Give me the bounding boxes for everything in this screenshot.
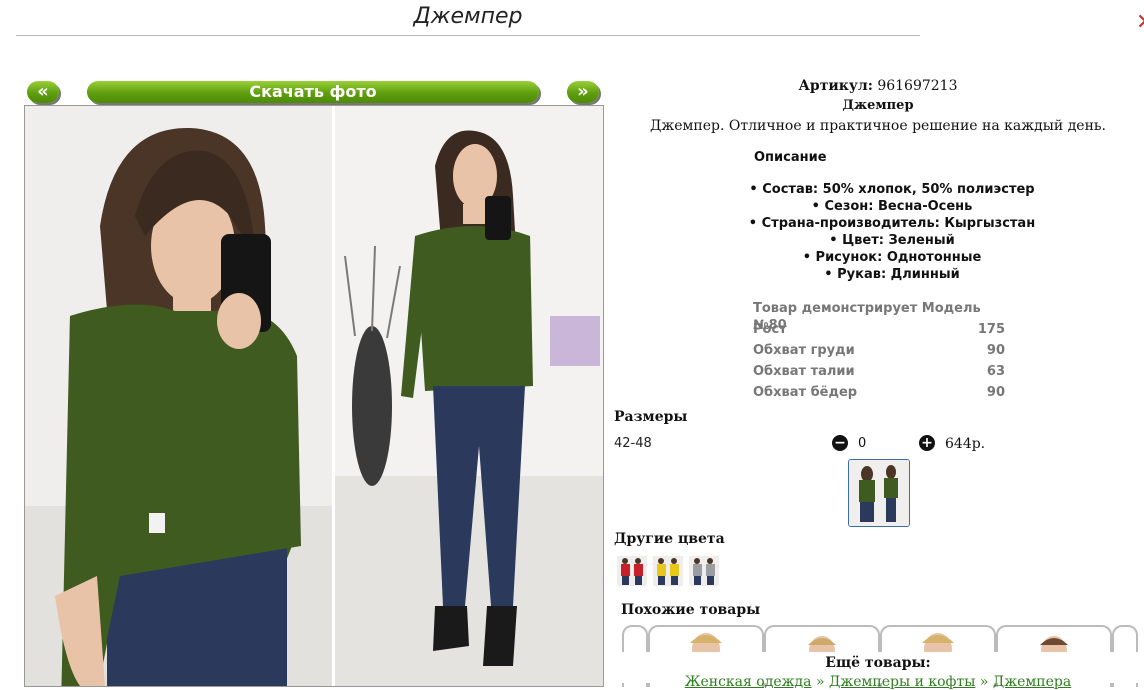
model-row: Обхват груди 90 <box>753 342 1005 363</box>
similar-heading: Похожие товары <box>621 602 761 618</box>
decrease-quantity-button[interactable]: − <box>832 435 848 451</box>
model-label: Обхват бёдер <box>753 385 858 400</box>
more-products-label: Ещё товары: <box>825 655 931 671</box>
close-icon[interactable]: ✕ <box>1136 10 1144 35</box>
breadcrumb-separator: » <box>979 674 989 690</box>
description-heading: Описание <box>754 150 827 165</box>
property-item: • Состав: 50% хлопок, 50% полиэстер <box>749 182 1035 197</box>
sku-line: Артикул: 961697213 <box>612 78 1144 94</box>
category-link-women[interactable]: Женская одежда <box>685 674 812 690</box>
property-item: • Страна-производитель: Кыргызстан <box>748 216 1036 231</box>
increase-quantity-button[interactable]: + <box>919 435 935 451</box>
model-row: Товар демонстрирует Модель №80 <box>753 300 1005 333</box>
color-option-grey[interactable] <box>689 556 719 586</box>
next-photo-button[interactable]: » <box>567 81 599 103</box>
color-option-yellow[interactable] <box>653 556 683 586</box>
model-row: Обхват талии 63 <box>753 363 1005 384</box>
model-value: 90 <box>986 343 1005 358</box>
quantity-value: 0 <box>858 436 867 451</box>
property-item: • Рисунок: Однотонные <box>802 250 982 265</box>
color-option-red[interactable] <box>617 556 647 586</box>
sku-label: Артикул: <box>798 78 873 94</box>
selected-color-thumbnail[interactable] <box>848 459 910 527</box>
category-link-jumper[interactable]: Джемпера <box>993 674 1071 690</box>
property-item: • Цвет: Зеленый <box>829 233 955 248</box>
sku-value: 961697213 <box>877 78 958 94</box>
model-value: 90 <box>986 385 1005 400</box>
property-item: • Рукав: Длинный <box>824 267 960 282</box>
page-title: Джемпер <box>413 4 523 29</box>
breadcrumb-separator: » <box>815 674 825 690</box>
model-measurements: Товар демонстрирует Модель №80 Рост 175 О… <box>753 300 1005 405</box>
category-link-jumpers[interactable]: Джемперы и кофты <box>829 674 975 690</box>
model-label: Обхват талии <box>753 364 855 379</box>
product-tagline: Джемпер. Отличное и практичное решение н… <box>649 118 1106 134</box>
prev-photo-button[interactable]: « <box>27 81 59 103</box>
category-breadcrumb: Женская одежда » Джемперы и кофты » Джем… <box>612 674 1144 690</box>
size-range: 42-48 <box>614 436 652 451</box>
price: 644р. <box>945 436 986 452</box>
product-name: Джемпер <box>842 98 914 113</box>
model-value: 175 <box>977 322 1005 337</box>
photo-closeup <box>25 106 332 686</box>
photo-full-length <box>335 106 603 686</box>
model-row: Обхват бёдер 90 <box>753 384 1005 405</box>
model-label: Рост <box>753 322 787 337</box>
property-item: • Сезон: Весна-Осень <box>811 199 973 214</box>
model-value: 63 <box>986 364 1005 379</box>
title-divider <box>16 35 920 36</box>
sizes-heading: Размеры <box>614 409 688 425</box>
model-label: Товар демонстрирует Модель №80 <box>753 301 981 333</box>
download-photo-button[interactable]: Скачать фото <box>87 81 539 103</box>
model-label: Обхват груди <box>753 343 855 358</box>
other-colors-heading: Другие цвета <box>614 531 725 547</box>
property-list: • Состав: 50% хлопок, 50% полиэстер • Се… <box>612 181 1144 283</box>
product-photo[interactable] <box>24 105 604 687</box>
model-row: Рост 175 <box>753 321 1005 342</box>
